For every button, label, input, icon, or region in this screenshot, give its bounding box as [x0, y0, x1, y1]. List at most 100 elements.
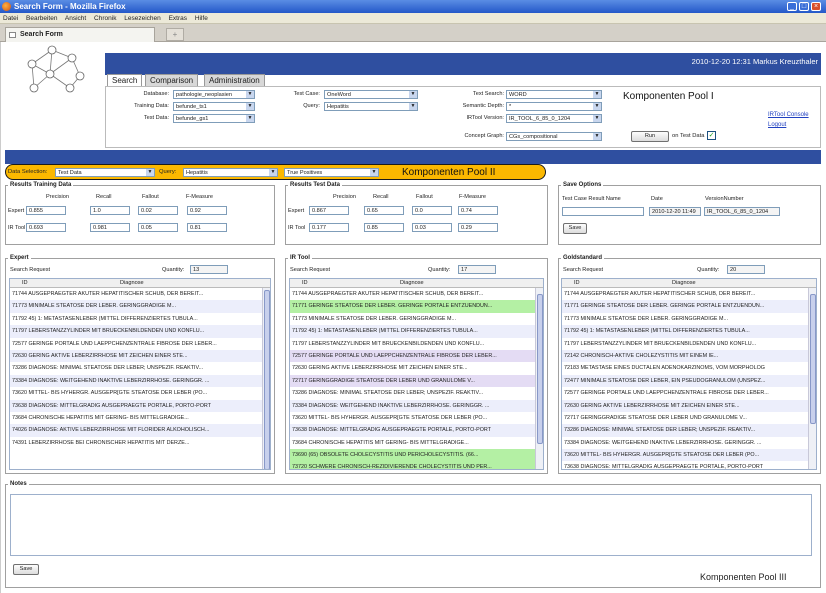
scrollbar[interactable]: [262, 288, 270, 469]
list-item[interactable]: 74026 DIAGNOSE: AKTIVE LEBERZIRRHOSE MIT…: [10, 424, 270, 437]
list-item[interactable]: 72717 GERINGGRADIGE STEATOSE DER LEBER U…: [562, 412, 816, 424]
irtool-console-link[interactable]: IRTool Console: [768, 112, 809, 118]
notes-textarea[interactable]: [10, 494, 812, 556]
scrollbar-thumb[interactable]: [537, 294, 543, 444]
filter-query-select[interactable]: Hepatitis ▼: [183, 168, 278, 177]
list-item[interactable]: 73384 DIAGNOSE: WEITGEHEND INAKTIVE LEBE…: [562, 437, 816, 449]
maximize-icon[interactable]: □: [799, 2, 809, 11]
semantic-depth-select[interactable]: * ▼: [506, 102, 602, 111]
list-item[interactable]: 71773 MINIMALE STEATOSE DER LEBER. GERIN…: [290, 313, 543, 325]
list-item[interactable]: 72477 MINIMALE STEATOSE DER LEBER, EIN P…: [562, 374, 816, 388]
list-item[interactable]: 72577 GERINGE PORTALE UND LAEPPCHENZENTR…: [562, 387, 816, 399]
save-options-title: Save Options: [561, 182, 604, 188]
run-button[interactable]: Run: [631, 131, 669, 142]
list-item[interactable]: 72630 GERING AKTIVE LEBERZIRRHOSE MIT ZE…: [562, 399, 816, 412]
goldstandard-quantity-field: 20: [727, 265, 765, 274]
logout-link[interactable]: Logout: [768, 122, 786, 128]
list-item[interactable]: 73384 DIAGNOSE: WEITGEHEND INAKTIVE LEBE…: [290, 399, 543, 412]
scrollbar-thumb[interactable]: [810, 294, 816, 424]
list-item[interactable]: 73638 DIAGNOSE: MITTELGRADIG AUSGEPRAEGT…: [10, 399, 270, 412]
list-item[interactable]: 73690 (65) OBSOLETE CHOLECYSTITIS UND PE…: [290, 449, 543, 462]
browser-tab-search-form[interactable]: Search Form: [5, 27, 155, 42]
list-item[interactable]: 71797 LEBERSTANZZYLINDER MIT BRUECKENBIL…: [10, 325, 270, 338]
list-item[interactable]: 71773 MINIMALE STEATOSE DER LEBER. GERIN…: [10, 300, 270, 313]
list-item[interactable]: 73684 CHRONISCHE HEPATITIS MIT GERING- B…: [10, 412, 270, 424]
list-item[interactable]: 73620 MITTEL- BIS HYHERGR. AUSGEPR[GTE S…: [10, 387, 270, 399]
true-positives-select[interactable]: True Positives ▼: [284, 168, 379, 177]
col-fallout: Fallout: [142, 194, 159, 200]
list-item[interactable]: 71792 45) 1: METASTASENLEBER (MITTEL DIF…: [10, 313, 270, 325]
tab-comparison[interactable]: Comparison: [145, 74, 199, 86]
irtool-version-select[interactable]: IR_TOOL_6_85_0_1204 ▼: [506, 114, 602, 123]
list-item[interactable]: 71773 MINIMALE STEATOSE DER LEBER. GERIN…: [562, 313, 816, 325]
training-irtool-recall: 0.981: [90, 223, 130, 232]
menu-extras[interactable]: Extras: [169, 15, 187, 22]
notes-save-button[interactable]: Save: [13, 564, 39, 575]
text-search-select[interactable]: WORD ▼: [506, 90, 602, 99]
list-item[interactable]: 71771 GERINGE STEATOSE DER LEBER. GERING…: [290, 300, 543, 313]
training-data-value: befunde_ts1: [176, 104, 207, 110]
test-case-select[interactable]: OneWord ▼: [324, 90, 418, 99]
list-item[interactable]: 73620 MITTEL- BIS HYHERGR. AUSGEPR[GTE S…: [562, 449, 816, 462]
list-item[interactable]: 73638 DIAGNOSE: MITTELGRADIG AUSGEPRAEGT…: [290, 424, 543, 437]
list-item[interactable]: 72630 GERING AKTIVE LEBERZIRRHOSE MIT ZE…: [10, 349, 270, 363]
data-selection-select[interactable]: Test Data ▼: [55, 168, 155, 177]
list-item[interactable]: 73684 CHRONISCHE HEPATITIS MIT GERING- B…: [290, 437, 543, 449]
menu-bearbeiten[interactable]: Bearbeiten: [26, 15, 57, 22]
menu-ansicht[interactable]: Ansicht: [65, 15, 86, 22]
list-item[interactable]: 71771 GERINGE STEATOSE DER LEBER. GERING…: [562, 300, 816, 313]
training-data-select[interactable]: befunde_ts1 ▼: [173, 102, 255, 111]
list-item[interactable]: 73286 DIAGNOSE: MINIMAL STEATOSE DER LEB…: [10, 362, 270, 374]
save-options-button[interactable]: Save: [563, 223, 587, 234]
query-select[interactable]: Hepatitis ▼: [324, 102, 418, 111]
scrollbar-thumb[interactable]: [264, 290, 270, 469]
list-item[interactable]: 72577 GERINGE PORTALE UND LAEPPCHENZENTR…: [290, 349, 543, 363]
list-item[interactable]: 71797 LEBERSTANZZYLINDER MIT BRUECKENBIL…: [562, 338, 816, 350]
list-item[interactable]: 73720 SCHWERE CHRONISCH-REZIDIVIERENDE C…: [290, 461, 543, 469]
list-item[interactable]: 71744 AUSGEPRAEGTER AKUTER HEPATITISCHER…: [10, 288, 270, 300]
list-item[interactable]: 71792 45) 1: METASTASENLEBER (MITTEL DIF…: [290, 325, 543, 338]
concept-graph-select[interactable]: CGs_compositional ▼: [506, 132, 602, 141]
list-item[interactable]: 71744 AUSGEPRAEGTER AKUTER HEPATITISCHER…: [562, 288, 816, 300]
scrollbar[interactable]: [535, 288, 543, 469]
minimize-icon[interactable]: _: [787, 2, 797, 11]
list-item[interactable]: 72577 GERINGE PORTALE UND LAEPPCHENZENTR…: [10, 338, 270, 350]
list-item[interactable]: 73286 DIAGNOSE: MINIMAL STEATOSE DER LEB…: [290, 387, 543, 399]
test-case-label: Test Case:: [293, 91, 320, 97]
list-item[interactable]: 71797 LEBERSTANZZYLINDER MIT BRUECKENBIL…: [290, 338, 543, 350]
menu-hilfe[interactable]: Hilfe: [195, 15, 208, 22]
tab-search[interactable]: Search: [107, 74, 143, 86]
training-expert-recall: 1.0: [90, 206, 130, 215]
list-item[interactable]: 72142 CHRONISCH-AKTIVE CHOLEZYSTITIS MIT…: [562, 349, 816, 363]
quantity-label: Quantity:: [428, 267, 451, 273]
list-item[interactable]: 73620 MITTEL- BIS HYHERGR. AUSGEPR[GTE S…: [290, 412, 543, 424]
chevron-down-icon: ▼: [409, 91, 417, 98]
list-item[interactable]: 71792 45) 1: METASTASENLEBER (MITTEL DIF…: [562, 325, 816, 338]
test-data-select[interactable]: befunde_gs1 ▼: [173, 114, 255, 123]
on-test-data-checkbox[interactable]: ✓: [707, 131, 716, 140]
chevron-down-icon: ▼: [246, 103, 254, 110]
list-item[interactable]: 71744 AUSGEPRAEGTER AKUTER HEPATITISCHER…: [290, 288, 543, 300]
chevron-down-icon: ▼: [246, 91, 254, 98]
list-item[interactable]: 72183 METASTASE EINES DUCTALEN ADENOKARZ…: [562, 362, 816, 374]
menu-chronik[interactable]: Chronik: [94, 15, 116, 22]
list-item[interactable]: 73384 DIAGNOSE: WEITGEHEND INAKTIVE LEBE…: [10, 374, 270, 388]
chevron-down-icon: ▼: [246, 115, 254, 122]
goldstandard-list: ID Diagnose 71744 AUSGEPRAEGTER AKUTER H…: [561, 278, 817, 470]
list-item[interactable]: 72630 GERING AKTIVE LEBERZIRRHOSE MIT ZE…: [290, 362, 543, 374]
new-tab-button[interactable]: +: [166, 28, 184, 41]
scrollbar[interactable]: [808, 288, 816, 469]
menu-lesezeichen[interactable]: Lesezeichen: [124, 15, 161, 22]
chevron-down-icon: ▼: [593, 91, 601, 98]
list-item[interactable]: 73638 DIAGNOSE: MITTELGRADIG AUSGEPRAEGT…: [562, 461, 816, 469]
result-name-input[interactable]: [562, 207, 644, 216]
close-icon[interactable]: ×: [811, 2, 821, 11]
list-item[interactable]: 74391 LEBERZIRRHOSE BEI CHRONISCHER HEPA…: [10, 437, 270, 449]
tab-administration[interactable]: Administration: [204, 74, 265, 86]
list-item[interactable]: 73286 DIAGNOSE: MINIMAL STEATOSE DER LEB…: [562, 424, 816, 437]
col-diagnose: Diagnose: [400, 280, 424, 286]
list-item[interactable]: 72717 GERINGGRADIGE STEATOSE DER LEBER U…: [290, 374, 543, 388]
chevron-down-icon: ▼: [370, 169, 378, 176]
menu-datei[interactable]: Datei: [3, 15, 18, 22]
database-select[interactable]: pathologie_neoplasien ▼: [173, 90, 255, 99]
